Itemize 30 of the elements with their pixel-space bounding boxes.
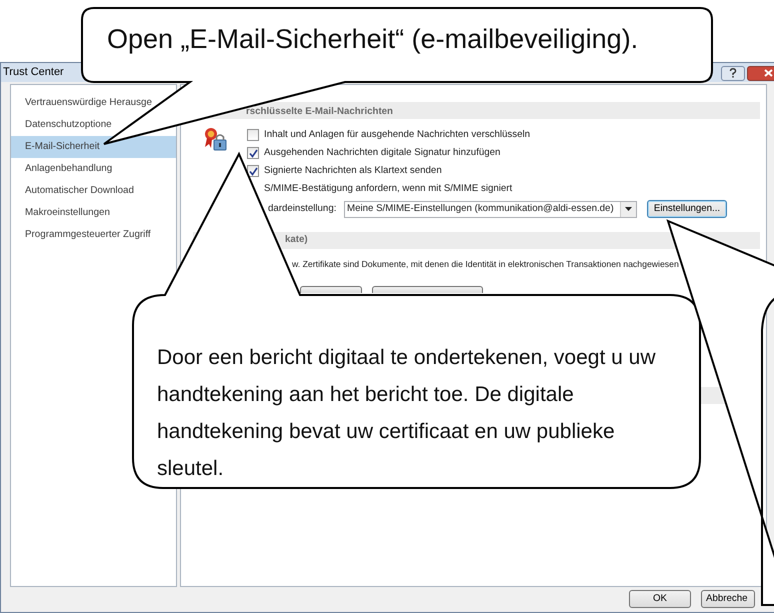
cancel-button[interactable]: Abbreche [701, 590, 755, 608]
checkbox[interactable] [247, 147, 259, 159]
certificate-button[interactable] [372, 286, 483, 293]
help-button[interactable] [721, 66, 745, 80]
field-label: dardeinstellung: [268, 202, 338, 216]
checkbox[interactable] [247, 129, 259, 141]
sidebar-item[interactable]: Anlagenbehandlung [11, 158, 114, 180]
sidebar-item[interactable]: Datenschutzoptione [11, 114, 114, 136]
settings-button[interactable]: Einstellungen... [647, 200, 727, 218]
certificate-button[interactable] [300, 286, 362, 293]
certificate-lock-icon [203, 127, 227, 151]
dropdown[interactable]: Meine S/MIME-Einstellungen (kommunikation@aldi-essen.de) [344, 200, 637, 218]
callout-text: Open „E-Mail-Sicherheit“ (e-mailbeveiliging). [107, 23, 640, 56]
description-text: w. Zertifikate sind Dokumente, mit denen die Identität in elektronischen Transaktionen nachgewiesen [292, 258, 679, 270]
dropdown-arrow-icon [625, 207, 632, 211]
checkbox[interactable] [247, 165, 259, 177]
sidebar-item[interactable]: Programmgesteuerter Zugriff [11, 224, 153, 246]
option-label: Signierte Nachrichten als Klartext senden [264, 164, 442, 178]
sidebar-item[interactable]: Vertrauenswürdige Herausge [11, 92, 154, 114]
ok-button[interactable]: OK [629, 590, 691, 608]
window-title: Trust Center [3, 65, 64, 80]
sidebar-item[interactable]: Automatischer Download [11, 180, 136, 202]
option-label: Inhalt und Anlagen für ausgehende Nachrichten verschlüsseln [264, 128, 530, 142]
option-label: Ausgehenden Nachrichten digitale Signatur hinzufügen [264, 146, 500, 160]
option-label: S/MIME-Bestätigung anfordern, wenn mit S/MIME signiert [264, 182, 512, 196]
callout-text: Door een bericht digitaal te ondertekenen, voegt u uw handtekening aan het bericht toe. De digitale handtekening bevat uw certificaat en uw publieke sleutel. [157, 345, 656, 482]
sidebar-item[interactable]: E-Mail-Sicherheit [11, 136, 176, 158]
help-icon [729, 68, 737, 78]
close-icon [764, 69, 772, 77]
sidebar-item[interactable]: Makroeinstellungen [11, 202, 112, 224]
